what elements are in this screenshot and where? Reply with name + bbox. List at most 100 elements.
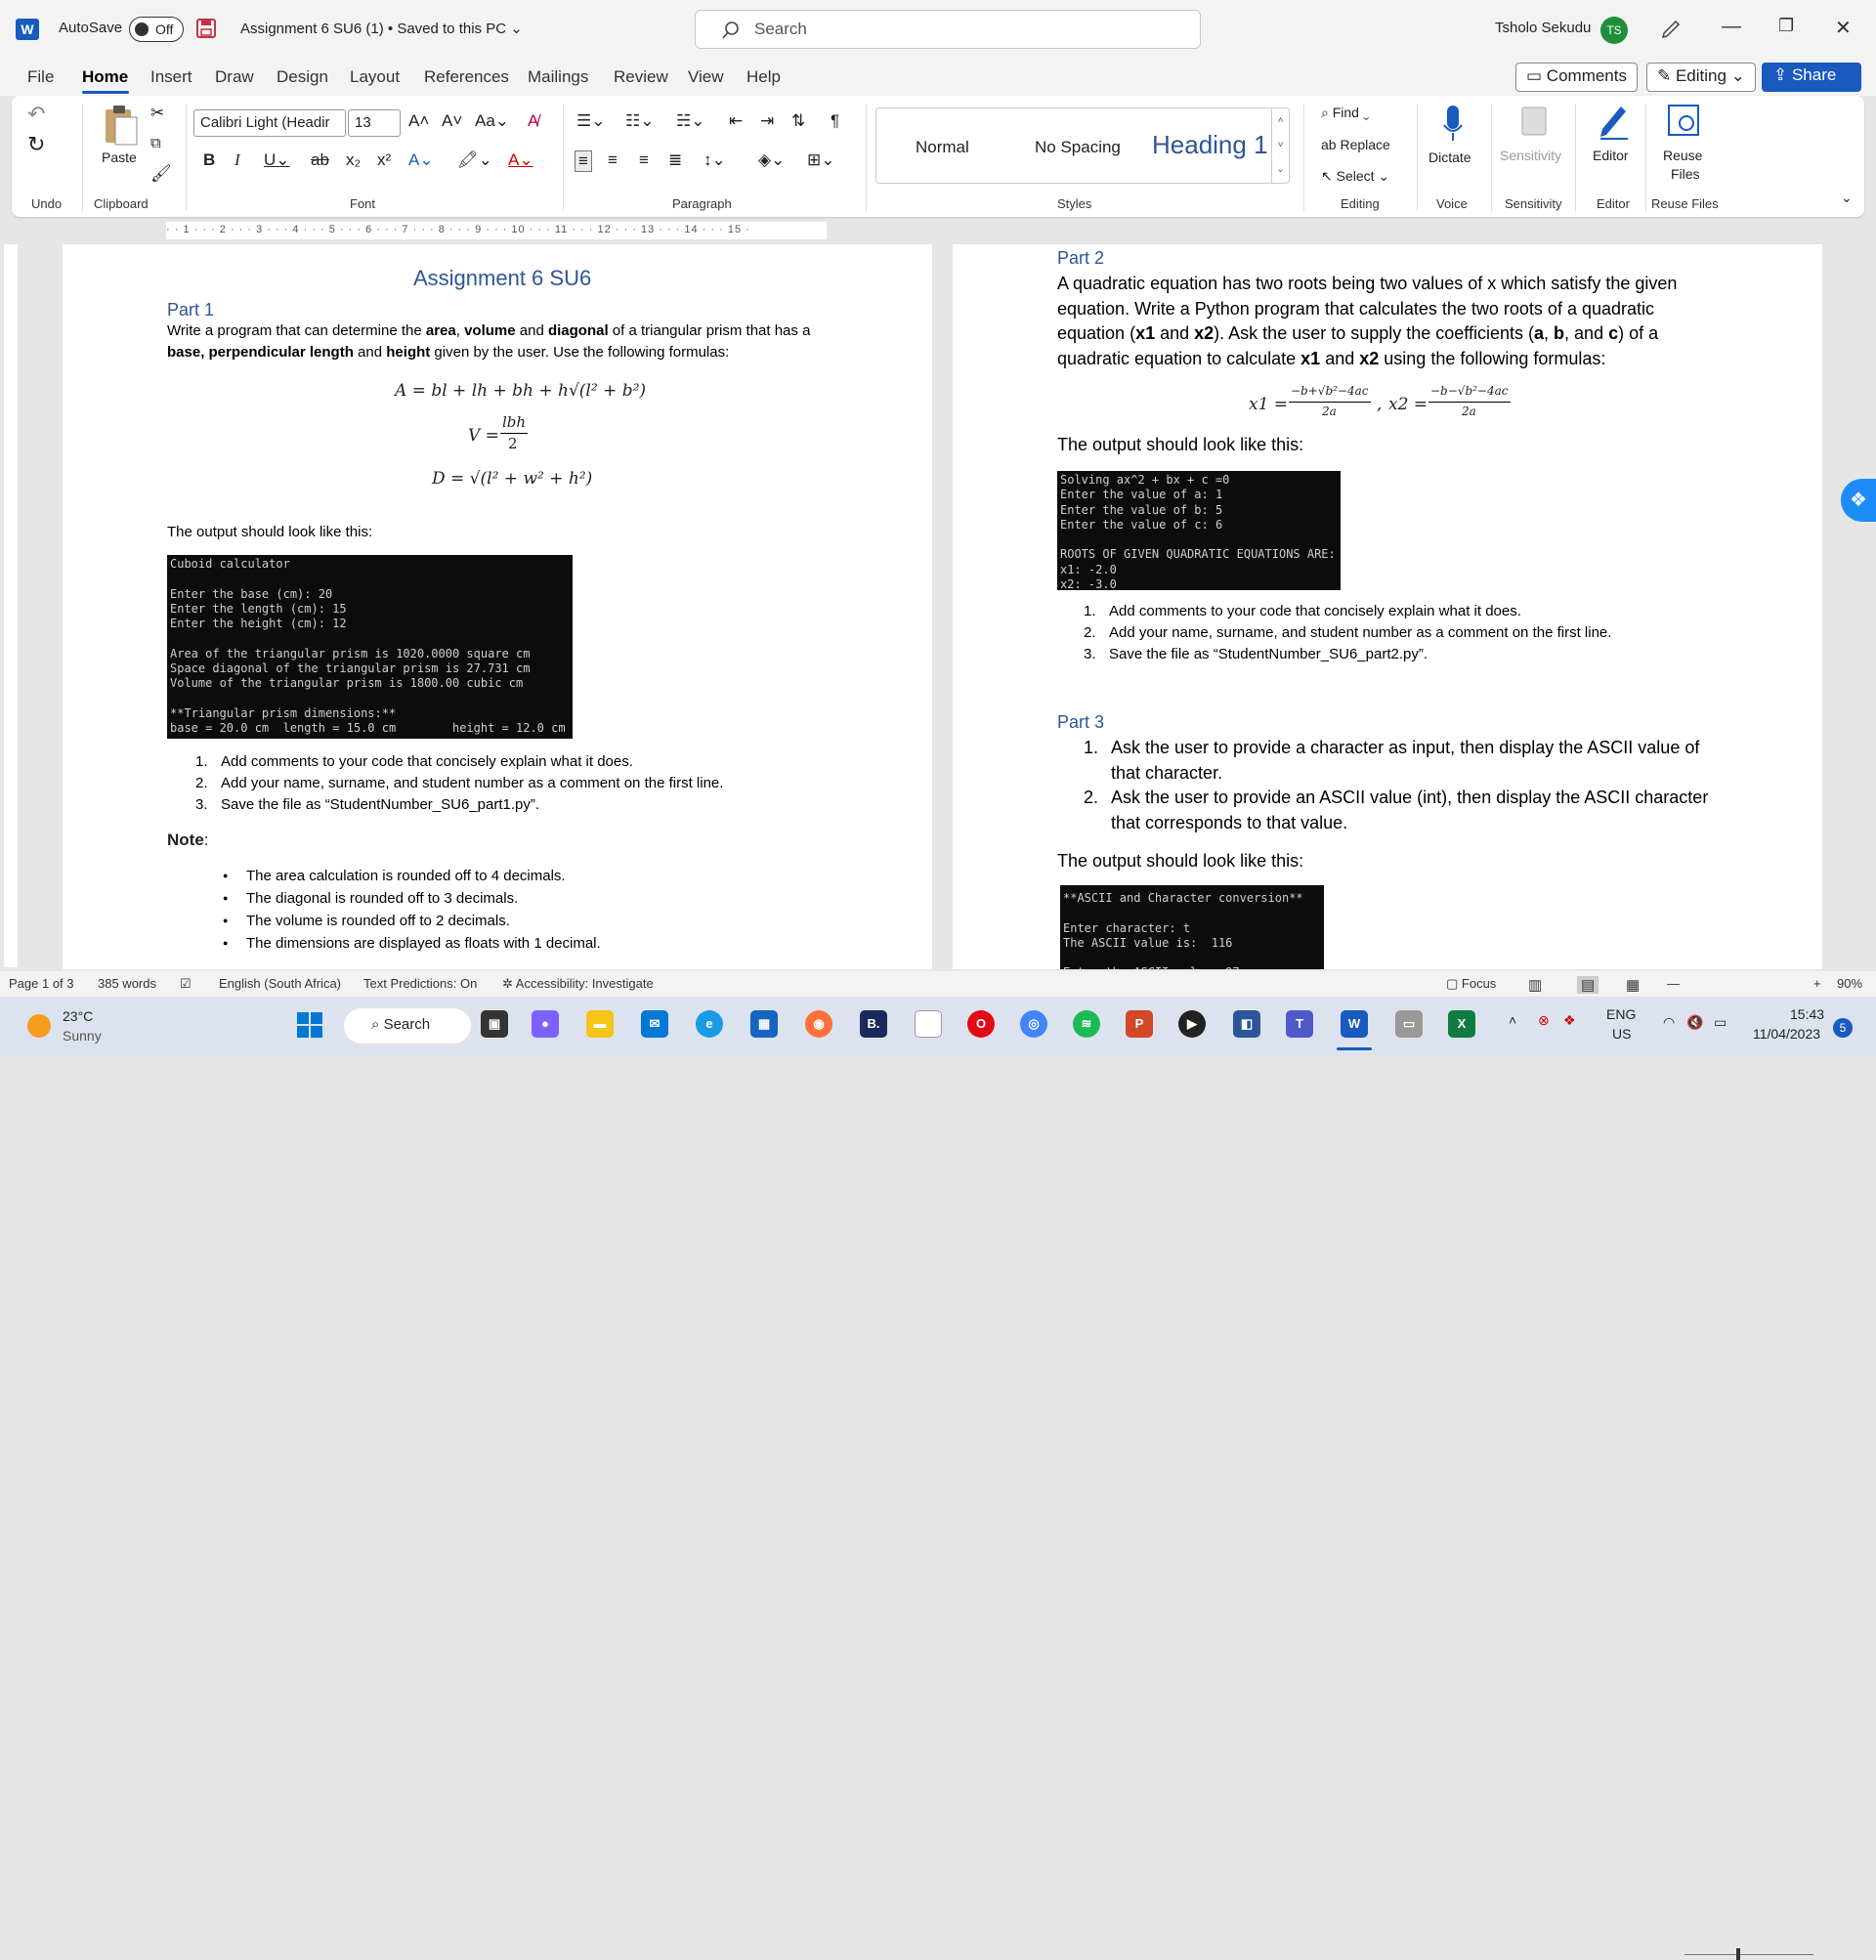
windows-start-icon[interactable] [297, 1012, 322, 1038]
align-left-icon[interactable]: ≡ [575, 150, 592, 172]
avatar[interactable]: TS [1600, 17, 1628, 44]
battery-icon[interactable]: ▭ [1714, 1014, 1727, 1031]
web-layout-icon[interactable]: ▦ [1626, 976, 1640, 994]
clock-time[interactable]: 15:43 [1790, 1006, 1824, 1022]
tab-design[interactable]: Design [277, 67, 328, 87]
style-normal[interactable]: Normal [916, 138, 969, 157]
cut-icon[interactable]: ✂ [150, 104, 164, 123]
page-count[interactable]: Page 1 of 3 [9, 976, 74, 991]
blank-document-icon[interactable] [915, 1010, 942, 1038]
strikethrough-icon[interactable]: ab [311, 150, 329, 170]
tab-draw[interactable]: Draw [215, 67, 254, 87]
language-1[interactable]: ENG [1606, 1006, 1636, 1022]
select-button[interactable]: ↖ Select ⌄ [1321, 168, 1389, 185]
tray-overflow-icon[interactable]: ˄ [1509, 1012, 1516, 1028]
italic-icon[interactable]: I [234, 150, 240, 170]
grow-font-icon[interactable]: A˄ [408, 111, 429, 131]
text-effects-icon[interactable]: A⌄ [408, 150, 434, 170]
align-right-icon[interactable]: ≡ [639, 150, 649, 170]
user-name[interactable]: Tsholo Sekudu [1495, 20, 1591, 36]
tab-layout[interactable]: Layout [350, 67, 400, 87]
replace-button[interactable]: ab Replace [1321, 137, 1390, 152]
security-icon[interactable]: ⊗ [1538, 1012, 1550, 1029]
zoom-in-icon[interactable]: + [1813, 976, 1821, 991]
zoom-out-icon[interactable]: — [1667, 976, 1680, 991]
pen-icon[interactable] [1659, 18, 1683, 41]
word-count[interactable]: 385 words [98, 976, 156, 991]
restore-icon[interactable]: ❐ [1778, 16, 1794, 36]
reuse-files-icon[interactable] [1667, 104, 1702, 139]
format-painter-icon[interactable]: 🖌 [150, 164, 172, 184]
firefox-icon[interactable]: ◉ [805, 1010, 832, 1038]
focus-button[interactable]: ▢ Focus [1446, 976, 1496, 992]
excel-icon[interactable]: X [1448, 1010, 1475, 1038]
multilevel-list-icon[interactable]: ☵⌄ [676, 111, 704, 131]
editor-icon[interactable] [1597, 102, 1632, 141]
share-button[interactable]: ⇪ Share ⌄ [1762, 63, 1861, 104]
reuse-files-label-2[interactable]: Files [1671, 166, 1700, 182]
styles-scroll[interactable]: ˄ ˅ ⌄ [1271, 108, 1289, 183]
opera-icon[interactable]: O [967, 1010, 995, 1038]
text-predictions[interactable]: Text Predictions: On [363, 976, 477, 991]
search-input[interactable]: Search [695, 10, 1201, 49]
file-explorer-icon[interactable]: ▬ [586, 1010, 614, 1038]
notification-badge[interactable]: 5 [1833, 1018, 1853, 1038]
shading-icon[interactable]: ◈⌄ [758, 150, 785, 170]
underline-icon[interactable]: U⌄ [264, 150, 290, 170]
document-page-1[interactable]: Assignment 6 SU6 Part 1 Write a program … [63, 244, 932, 969]
editor-button[interactable]: Editor [1593, 148, 1629, 163]
app-icon[interactable]: ◧ [1233, 1010, 1260, 1038]
volume-icon[interactable]: 🔇 [1686, 1014, 1703, 1031]
screen-tool-icon[interactable]: ▭ [1395, 1010, 1423, 1038]
clear-formatting-icon[interactable]: A̸ [528, 111, 538, 131]
close-icon[interactable]: ✕ [1835, 16, 1852, 40]
subscript-icon[interactable]: x₂ [346, 150, 361, 170]
dropbox-tray-icon[interactable]: ❖ [1563, 1012, 1576, 1029]
autosave-toggle[interactable]: Off [129, 17, 184, 42]
accessibility-status[interactable]: ✲ Accessibility: Investigate [502, 976, 654, 992]
taskbar-search[interactable]: ⌕ Search [344, 1008, 471, 1044]
print-layout-icon[interactable]: ▤ [1577, 976, 1599, 994]
word-taskbar-icon[interactable]: W [1341, 1010, 1368, 1038]
find-button[interactable]: ⌕ Find ⌄ [1321, 105, 1369, 121]
align-center-icon[interactable]: ≡ [608, 150, 618, 170]
shrink-font-icon[interactable]: A˅ [442, 111, 462, 131]
paste-button[interactable]: Paste [102, 149, 137, 165]
microphone-icon[interactable] [1442, 104, 1464, 143]
tab-view[interactable]: View [688, 67, 724, 87]
vertical-ruler[interactable] [0, 244, 21, 967]
tab-home[interactable]: Home [82, 67, 128, 87]
weather-temp[interactable]: 23°C [63, 1008, 93, 1024]
task-view-icon[interactable]: ▣ [481, 1010, 508, 1038]
document-title[interactable]: Assignment 6 SU6 (1) • Saved to this PC … [240, 20, 523, 37]
editing-mode-button[interactable]: ✎ Editing ⌄ [1646, 63, 1756, 92]
tab-mailings[interactable]: Mailings [528, 67, 588, 87]
proofing-icon[interactable]: ☑ [180, 976, 192, 992]
mail-icon[interactable]: ✉ [641, 1010, 668, 1038]
language-2[interactable]: US [1612, 1026, 1631, 1042]
style-no-spacing[interactable]: No Spacing [1035, 138, 1121, 157]
document-page-2[interactable]: Part 2 A quadratic equation has two root… [953, 244, 1822, 969]
horizontal-ruler[interactable]: · · 1 · · · 2 · · · 3 · · · 4 · · · 5 · … [0, 219, 1876, 242]
zoom-slider-handle[interactable] [1736, 1948, 1740, 1960]
tab-references[interactable]: References [424, 67, 509, 87]
superscript-icon[interactable]: x² [377, 150, 391, 170]
store-icon[interactable]: ▦ [750, 1010, 778, 1038]
bold-icon[interactable]: B [203, 150, 215, 170]
style-heading-1[interactable]: Heading 1 [1152, 130, 1268, 160]
borders-icon[interactable]: ⊞⌄ [807, 150, 835, 170]
zoom-level[interactable]: 90% [1837, 976, 1862, 991]
edge-icon[interactable]: e [696, 1010, 723, 1038]
clock-date[interactable]: 11/04/2023 [1753, 1026, 1820, 1042]
spotify-icon[interactable]: ≋ [1073, 1010, 1100, 1038]
dropbox-icon[interactable]: ❖ [1841, 479, 1876, 522]
minimize-icon[interactable]: — [1722, 16, 1741, 38]
media-player-icon[interactable]: ▶ [1178, 1010, 1206, 1038]
increase-indent-icon[interactable]: ⇥ [760, 111, 774, 131]
sun-icon[interactable] [27, 1014, 51, 1038]
copy-icon[interactable]: ⧉ [150, 135, 161, 151]
chat-icon[interactable]: ● [532, 1010, 559, 1038]
font-size-select[interactable]: 13 [348, 109, 401, 137]
redo-icon[interactable]: ↻ [27, 132, 45, 157]
sort-icon[interactable]: ⇅ [791, 111, 805, 131]
